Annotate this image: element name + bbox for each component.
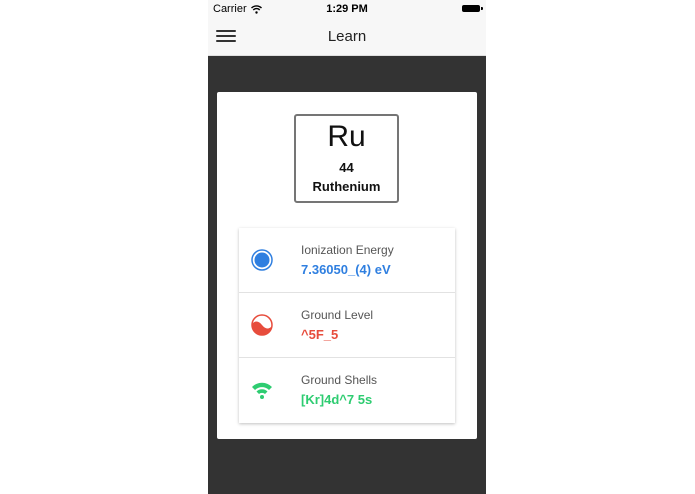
phone-screen: Carrier 1:29 PM Learn Ru 44 Ruthenium Io…: [208, 0, 486, 494]
property-ionization-energy[interactable]: Ionization Energy 7.36050_(4) eV: [239, 228, 455, 293]
property-value: 7.36050_(4) eV: [301, 262, 391, 277]
property-ground-level[interactable]: Ground Level ^5F_5: [239, 293, 455, 358]
battery-icon: [462, 5, 483, 12]
element-symbol: Ru: [327, 120, 366, 153]
status-time: 1:29 PM: [326, 3, 368, 15]
app-bar: Learn: [208, 18, 486, 56]
circle-icon: [251, 249, 273, 271]
wave-circle-icon: [251, 314, 273, 336]
properties-list: Ionization Energy 7.36050_(4) eV Ground …: [239, 228, 455, 423]
property-label: Ground Shells: [301, 373, 378, 387]
element-name: Ruthenium: [312, 179, 381, 194]
page-title: Learn: [327, 28, 367, 45]
property-label: Ionization Energy: [301, 243, 394, 257]
property-value: ^5F_5: [301, 327, 339, 342]
element-tile: Ru 44 Ruthenium: [294, 114, 399, 203]
status-bar: Carrier 1:29 PM: [208, 0, 486, 18]
property-label: Ground Level: [301, 308, 374, 322]
property-ground-shells[interactable]: Ground Shells [Kr]4d^7 5s: [239, 358, 455, 422]
element-card: Ru 44 Ruthenium Ionization Energy 7.3605…: [217, 92, 477, 439]
wifi-signal-icon: [252, 382, 272, 399]
main-content: Ru 44 Ruthenium Ionization Energy 7.3605…: [208, 56, 486, 494]
element-atomic-number: 44: [339, 160, 354, 175]
property-value: [Kr]4d^7 5s: [301, 392, 373, 407]
